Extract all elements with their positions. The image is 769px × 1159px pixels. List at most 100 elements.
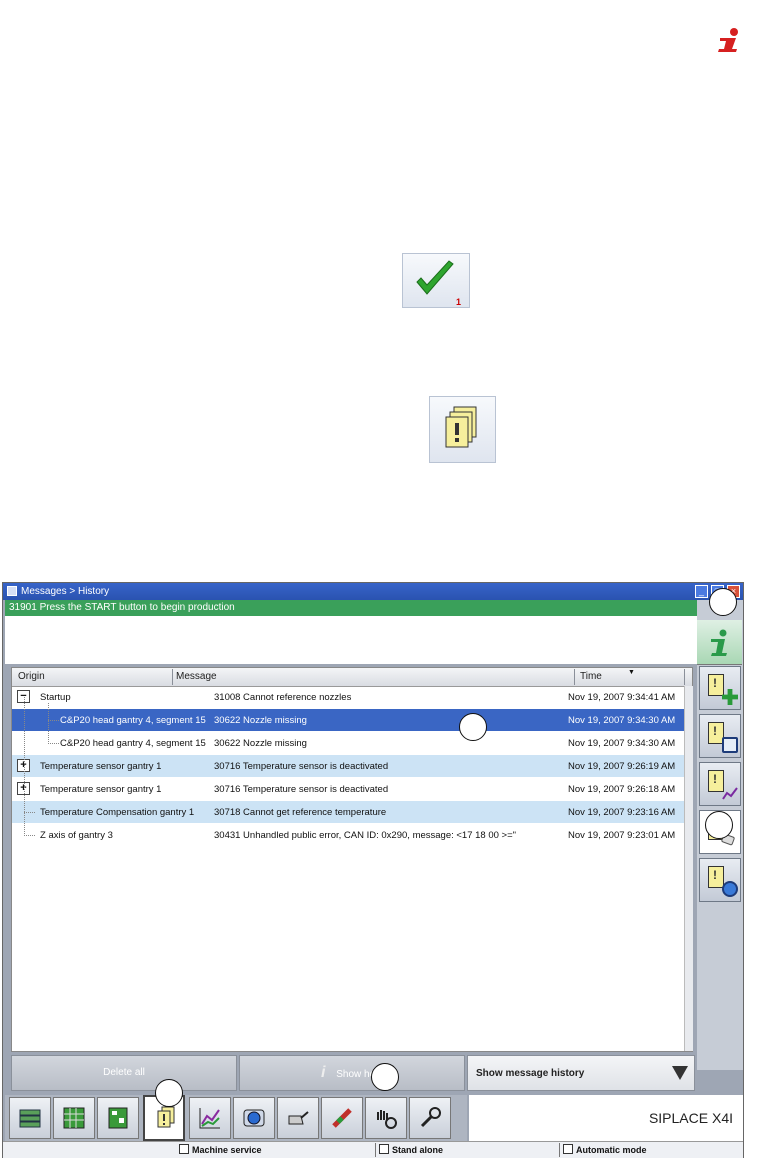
tool-nozzle[interactable] [321,1097,363,1139]
row-message: 30622 Nozzle missing [214,738,307,749]
tool-board[interactable] [97,1097,139,1139]
table-header: Origin Message Time ▼ [12,668,692,687]
chart-icon [199,1108,220,1129]
row-message: 30431 Unhandled public error, CAN ID: 0x… [214,830,517,841]
standalone-icon [379,1144,389,1154]
app-window: Messages > History _ □ × 31901 Press the… [2,582,744,1158]
column-message[interactable]: Message [176,671,217,682]
history-dropdown[interactable]: Show message history [467,1055,695,1091]
callout-marker [371,1063,399,1091]
status-message: 31901 Press the START button to begin pr… [9,602,235,613]
tool-service[interactable] [409,1097,451,1139]
table-row[interactable]: Temperature Compensation gantry 1 30718 C… [12,801,684,823]
brand-area: SIPLACE X4I [469,1095,743,1141]
app-icon [7,586,17,596]
row-origin: Temperature sensor gantry 1 [40,761,162,772]
sort-arrow-icon: ▼ [628,669,635,676]
show-help-button[interactable]: i Show help [239,1055,465,1091]
table-row[interactable]: +Temperature sensor gantry 130716 Temper… [12,755,684,777]
check-button[interactable]: 1 [402,253,470,308]
callout-marker [705,811,733,839]
row-origin: Temperature Compensation gantry 1 [40,807,195,818]
board-icon [108,1107,128,1129]
row-message: 30718 Cannot get reference temperature [214,807,387,818]
dropdown-arrow-icon [672,1066,688,1080]
main-toolbar [5,1095,467,1141]
hand-gear-icon [377,1110,397,1129]
delete-all-button[interactable]: Delete all [11,1055,237,1091]
tool-manual[interactable] [365,1097,407,1139]
table-row[interactable]: C&P20 head gantry 4, segment 15 30622 Noz… [12,709,684,731]
footer-mode-standalone: Stand alone [379,1144,443,1155]
callout-marker [709,588,737,616]
tool-camera[interactable] [233,1097,275,1139]
messages-button[interactable] [429,396,496,463]
tool-money[interactable] [9,1097,51,1139]
chart-icon [722,787,738,800]
callout-marker [155,1079,183,1107]
minimize-button[interactable]: _ [695,585,708,598]
message-chart-button[interactable] [699,762,741,806]
tool-feeder-grid[interactable] [53,1097,95,1139]
service-icon [179,1144,189,1154]
callout-marker [459,713,487,741]
tool-statistics[interactable] [189,1097,231,1139]
row-time: Nov 19, 2007 9:34:30 AM [568,715,676,726]
window-title: Messages > History [21,586,110,597]
vertical-scrollbar[interactable] [684,686,693,1051]
row-message: 30716 Temperature sensor is deactivated [214,784,389,795]
column-origin[interactable]: Origin [18,671,45,682]
info-icon [712,27,746,53]
row-time: Nov 19, 2007 9:23:01 AM [568,830,676,841]
footer-mode-automatic: Automatic mode [563,1144,647,1155]
check-count: 1 [455,297,461,307]
help-info-icon: i [321,1064,326,1081]
message-doc-icon [708,674,724,696]
row-origin: C&P20 head gantry 4, segment 15 [60,738,206,749]
column-time[interactable]: Time [580,671,602,682]
row-time: Nov 19, 2007 9:26:18 AM [568,784,676,795]
history-dropdown-label: Show message history [476,1068,585,1079]
delete-all-label: Delete all [103,1067,145,1078]
row-message: 31008 Cannot reference nozzles [214,692,352,703]
row-time: Nov 19, 2007 9:26:19 AM [568,761,676,772]
title-bar: Messages > History _ □ × [3,583,743,600]
message-camera-button[interactable] [699,858,741,902]
row-message: 30622 Nozzle missing [214,715,307,726]
row-time: Nov 19, 2007 9:23:16 AM [568,807,676,818]
table-row[interactable]: − Startup 31008 Cannot reference nozzles No… [12,686,684,708]
table-row[interactable]: Z axis of gantry 3 30431 Unhandled public… [12,824,684,846]
row-origin: C&P20 head gantry 4, segment 15 [60,715,206,726]
info-panel-button[interactable] [697,620,742,665]
automatic-icon [563,1144,573,1154]
message-table: Origin Message Time ▼ − Startup 31008 Cann… [11,667,693,1052]
message-doc-icon [708,866,724,888]
messages-icon [157,1106,175,1128]
row-origin: Temperature sensor gantry 1 [40,784,162,795]
grid-icon [63,1107,85,1129]
wrench-icon [420,1107,441,1128]
camera-icon [722,881,738,897]
tool-oiler[interactable] [277,1097,319,1139]
info-green-icon [711,629,727,656]
message-detail-panel [5,616,697,664]
row-time: Nov 19, 2007 9:34:30 AM [568,738,676,749]
row-time: Nov 19, 2007 9:34:41 AM [568,692,676,703]
footer-status-bar: Machine service Stand alone Automatic mo… [3,1141,743,1158]
row-origin: Startup [40,692,71,703]
brand-label: SIPLACE X4I [648,1110,733,1126]
row-origin: Z axis of gantry 3 [40,830,113,841]
footer-mode-service: Machine service [179,1144,262,1155]
stack-icon [19,1109,41,1128]
oil-can-icon [288,1111,309,1125]
row-message: 30716 Temperature sensor is deactivated [214,761,389,772]
table-row[interactable]: +Temperature sensor gantry 130716 Temper… [12,778,684,800]
camera-icon [243,1109,265,1127]
message-screen-button[interactable] [699,714,741,758]
nozzle-icon [332,1108,352,1128]
table-row[interactable]: C&P20 head gantry 4, segment 15 30622 Noz… [12,732,684,754]
messages-icon [445,406,477,448]
status-message-bar: 31901 Press the START button to begin pr… [5,600,697,616]
monitor-icon [722,737,738,753]
add-message-button[interactable] [699,666,741,710]
